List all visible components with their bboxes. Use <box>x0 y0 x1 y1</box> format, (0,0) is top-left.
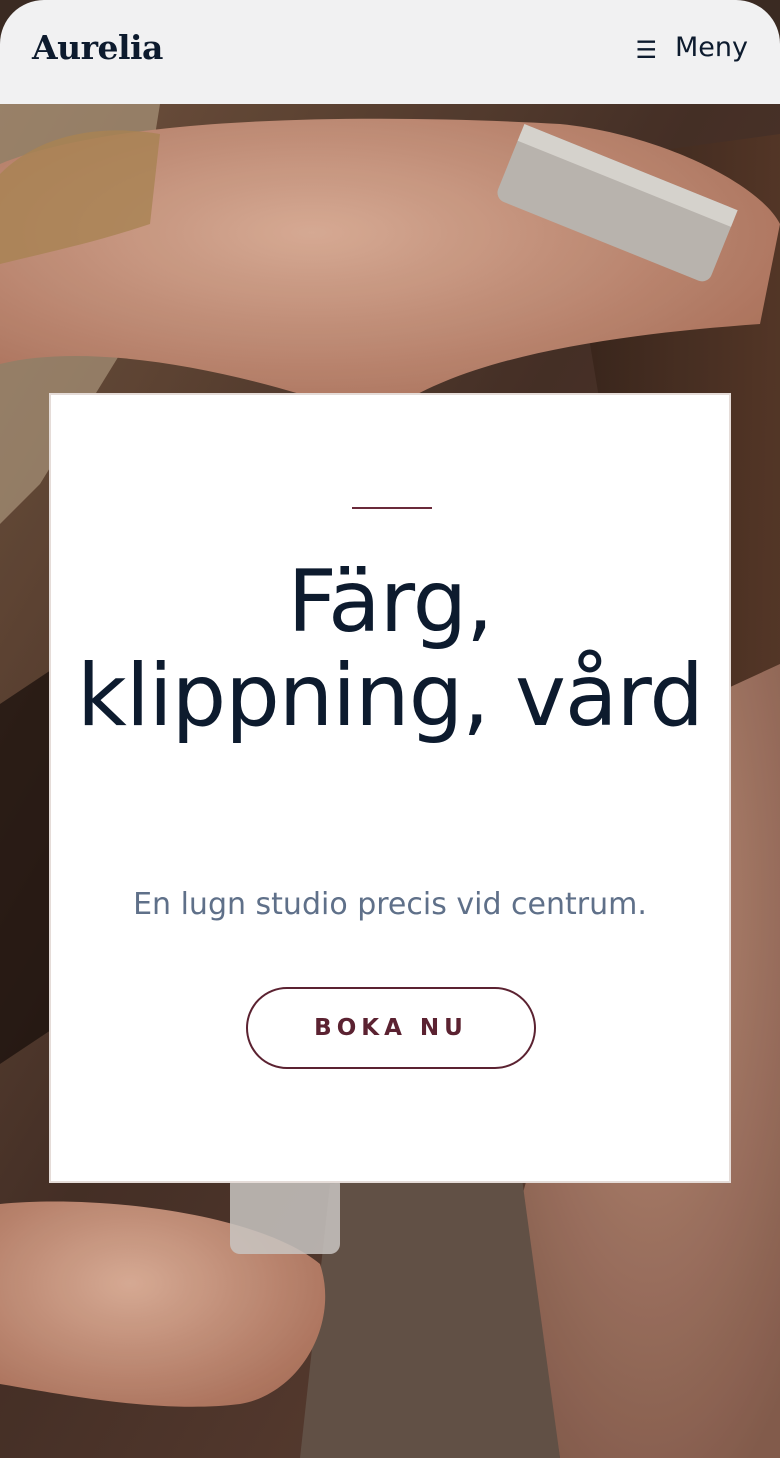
site-header: Aurelia ☰ Meny <box>0 0 780 104</box>
page: Aurelia ☰ Meny Färg, klippning, vård En … <box>0 0 780 1458</box>
book-now-button[interactable]: BOKA NU <box>246 987 536 1069</box>
menu-label: Meny <box>675 32 748 63</box>
hero-subtitle: En lugn studio precis vid centrum. <box>133 887 647 922</box>
divider-rule <box>352 507 432 509</box>
hero-title: Färg, klippning, vård <box>77 552 704 746</box>
hamburger-icon: ☰ <box>635 35 657 64</box>
brand-logo[interactable]: Aurelia <box>32 28 163 67</box>
hero-card: Färg, klippning, vård En lugn studio pre… <box>49 393 731 1183</box>
menu-button[interactable]: ☰ Meny <box>635 32 748 63</box>
